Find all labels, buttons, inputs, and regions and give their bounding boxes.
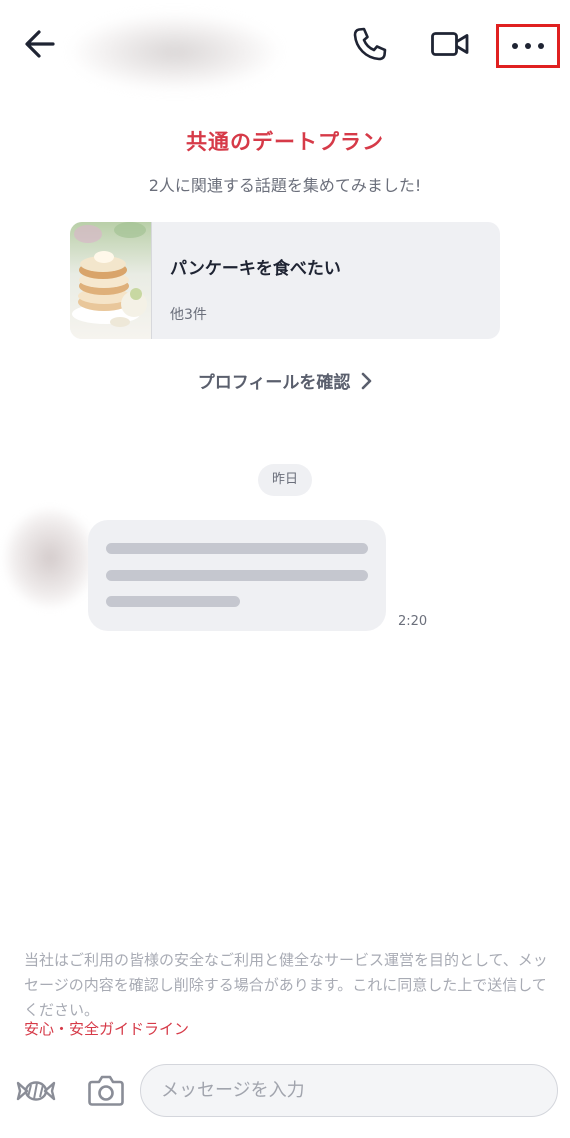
- pancake-image: [70, 222, 152, 339]
- date-plan-title: 共通のデートプラン: [186, 130, 384, 154]
- camera-icon: [87, 1073, 125, 1111]
- message-input[interactable]: [140, 1064, 558, 1117]
- message-time: 2:20: [398, 614, 428, 629]
- safety-guideline-link[interactable]: 安心・安全ガイドライン: [24, 1018, 189, 1039]
- redacted-text-line: [106, 543, 368, 554]
- avatar[interactable]: [4, 508, 96, 608]
- chat-header: [0, 0, 570, 92]
- call-button[interactable]: [348, 24, 392, 68]
- redacted-text-line: [106, 596, 240, 607]
- candy-button[interactable]: [12, 1072, 60, 1114]
- video-call-button[interactable]: [428, 24, 472, 68]
- redacted-text-line: [106, 570, 368, 581]
- date-plan-card[interactable]: パンケーキを食べたい 他3件: [70, 222, 500, 339]
- more-horizontal-icon: [512, 43, 544, 49]
- view-profile-link[interactable]: プロフィールを確認: [0, 368, 570, 395]
- date-separator: 昨日: [258, 464, 312, 496]
- message-bubble[interactable]: [88, 520, 386, 631]
- video-camera-icon: [430, 29, 470, 63]
- arrow-left-icon: [23, 27, 57, 65]
- chevron-right-icon: [360, 372, 372, 395]
- candy-icon: [15, 1078, 57, 1108]
- view-profile-label: プロフィールを確認: [197, 373, 351, 393]
- moderation-notice: 当社はご利用の皆様の安全なご利用と健全なサービス運営を目的として、メッセージの内…: [24, 951, 548, 1019]
- camera-button[interactable]: [82, 1068, 130, 1116]
- plan-card-count: 他3件: [170, 307, 207, 323]
- back-button[interactable]: [18, 24, 62, 68]
- partner-name[interactable]: [70, 14, 280, 90]
- more-options-button[interactable]: [496, 24, 560, 68]
- plan-card-title: パンケーキを食べたい: [170, 259, 341, 279]
- phone-icon: [351, 25, 389, 67]
- date-plan-subtitle: 2人に関連する話題を集めてみました!: [148, 176, 422, 195]
